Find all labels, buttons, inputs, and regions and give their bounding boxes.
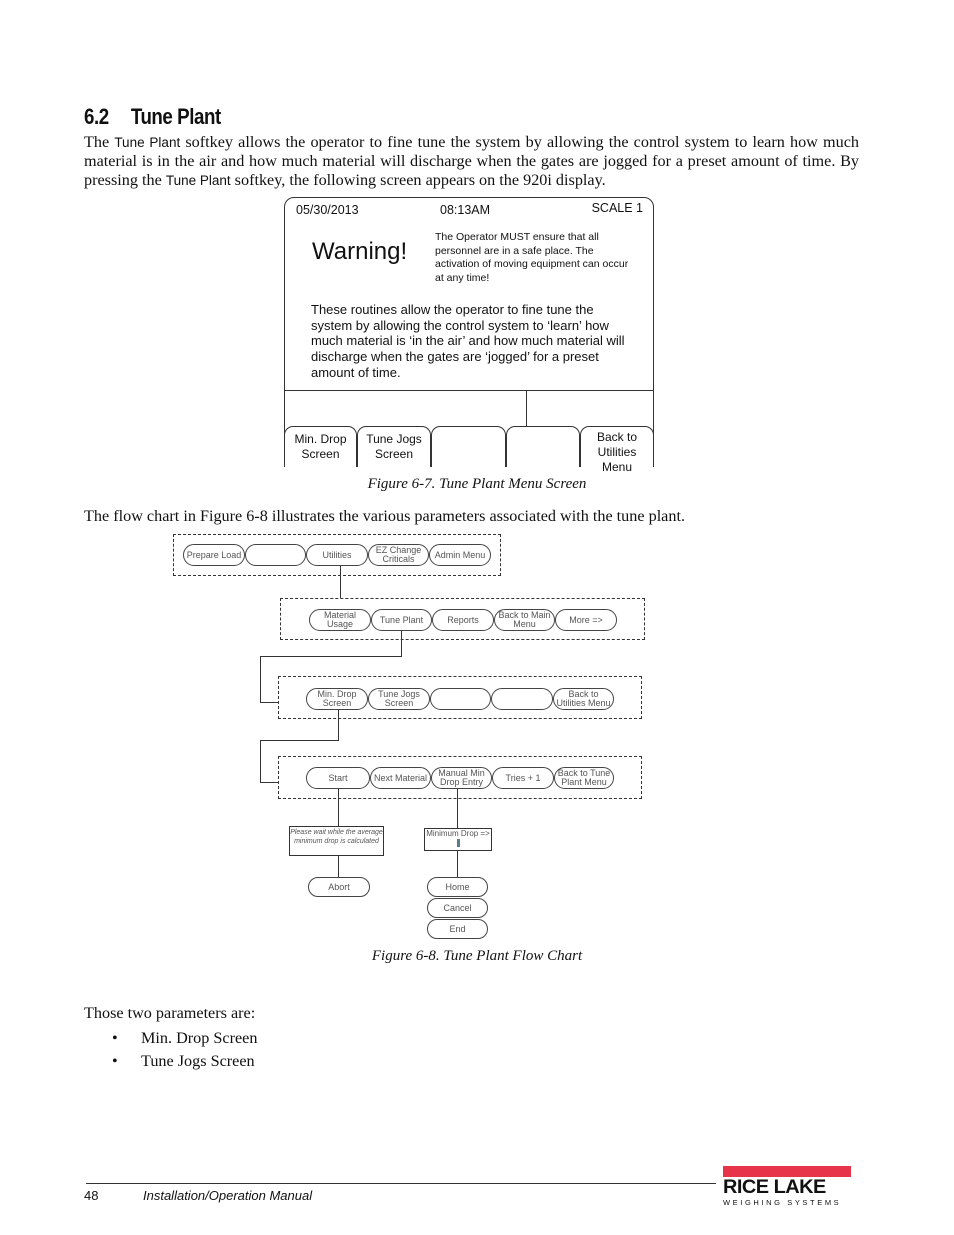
section-heading: 6.2 Tune Plant — [84, 104, 221, 129]
softkey-min-drop-screen[interactable]: Min. Drop Screen — [284, 426, 357, 467]
flow-pill — [430, 688, 491, 710]
screen-body: These routines allow the operator to fin… — [311, 302, 625, 380]
screen-scale: SCALE 1 — [591, 201, 643, 215]
flow-pill — [245, 544, 306, 566]
flow-pill-end: End — [427, 919, 488, 939]
flow-pill: Material Usage — [309, 609, 371, 631]
flow-pill-abort: Abort — [308, 877, 370, 897]
cursor-icon — [456, 838, 460, 847]
softkey-tune-jogs-screen[interactable]: Tune Jogs Screen — [357, 426, 431, 467]
flow-pill: EZ Change Criticals — [368, 544, 429, 566]
flow-pill: Back to Utilities Menu — [553, 688, 614, 710]
flow-pill: Start — [306, 767, 370, 789]
flow-pill: Manual Min Drop Entry — [431, 767, 492, 789]
intro-paragraph: The Tune Plant softkey allows the operat… — [84, 133, 859, 189]
footer-doc-title: Installation/Operation Manual — [143, 1188, 313, 1203]
display-screen: 05/30/2013 08:13AM SCALE 1 Warning! The … — [284, 197, 654, 474]
figure-7-caption: Figure 6-7. Tune Plant Menu Screen — [367, 476, 587, 492]
softkey-blank-4[interactable] — [506, 426, 580, 467]
softkey-blank-3[interactable] — [431, 426, 506, 467]
screen-date: 05/30/2013 — [296, 203, 359, 217]
flow-pill: More => — [555, 609, 617, 631]
page-number: 48 — [84, 1188, 99, 1203]
flow-pill: Tries + 1 — [492, 767, 554, 789]
params-intro: Those two parameters are: — [84, 1004, 256, 1022]
flow-pill-home: Home — [427, 877, 488, 897]
wait-box: Please wait while the average minimum dr… — [289, 826, 384, 856]
bullet-item: • Min. Drop Screen — [112, 1029, 258, 1047]
flow-pill: Tune Plant — [371, 609, 432, 631]
flow-pill — [491, 688, 553, 710]
warning-title: Warning! — [312, 238, 408, 265]
warning-text: The Operator MUST ensure that all person… — [435, 231, 629, 284]
rice-lake-logo: RICE LAKE WEIGHING SYSTEMS — [723, 1166, 851, 1210]
bullet-item: • Tune Jogs Screen — [112, 1052, 255, 1070]
min-drop-box: Minimum Drop => — [424, 828, 492, 851]
flow-pill: Admin Menu — [429, 544, 491, 566]
flow-pill: Utilities — [306, 544, 368, 566]
flow-intro: The flow chart in Figure 6-8 illustrates… — [84, 507, 686, 525]
softkey-back-to-utilities[interactable]: Back to Utilities Menu — [580, 426, 654, 474]
figure-8-caption: Figure 6-8. Tune Plant Flow Chart — [371, 948, 583, 964]
flow-pill: Prepare Load — [183, 544, 245, 566]
flow-pill: Reports — [432, 609, 494, 631]
flow-pill-cancel: Cancel — [427, 898, 488, 918]
flow-pill: Min. Drop Screen — [306, 688, 368, 710]
flow-pill: Back to Tune Plant Menu — [554, 767, 614, 789]
flow-pill: Next Material — [370, 767, 431, 789]
flow-pill: Back to Main Menu — [494, 609, 555, 631]
flow-pill: Tune Jogs Screen — [368, 688, 430, 710]
screen-time: 08:13AM — [440, 203, 491, 217]
